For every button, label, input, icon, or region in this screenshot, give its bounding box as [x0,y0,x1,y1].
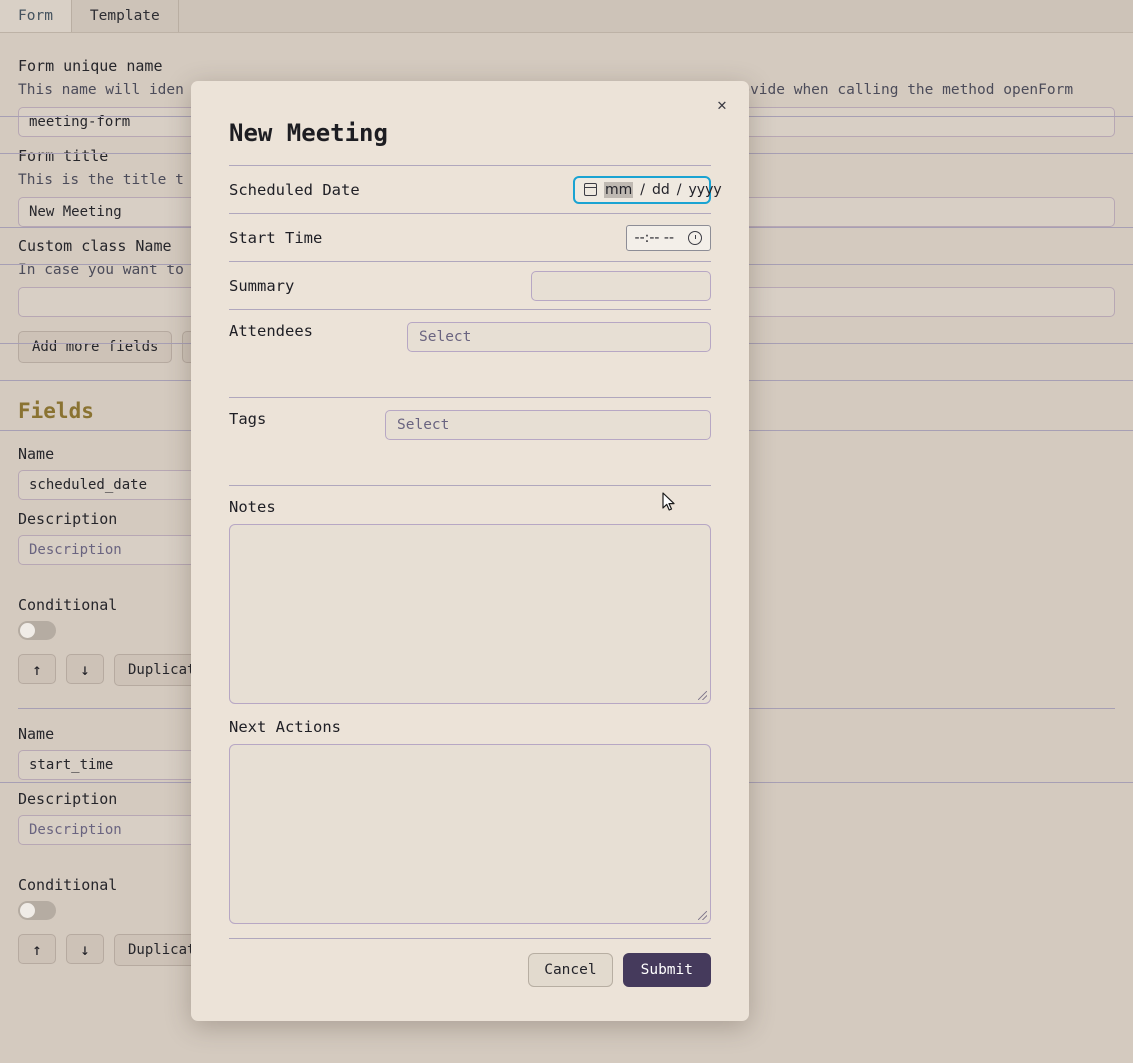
clock-icon[interactable] [688,231,702,245]
attendees-label: Attendees [229,322,313,340]
submit-button[interactable]: Submit [623,953,711,987]
mouse-cursor [662,492,676,512]
notes-label: Notes [229,486,711,524]
date-separator: / [677,182,682,198]
next-actions-label: Next Actions [229,718,711,744]
date-segment-day[interactable]: dd [652,182,670,198]
dialog-title: New Meeting [229,81,711,165]
dialog-actions: Cancel Submit [229,938,711,987]
time-value[interactable]: --:-- -- [635,230,674,246]
close-icon[interactable]: ✕ [709,91,735,117]
tags-label: Tags [229,410,266,428]
row-attendees: Attendees Select [229,309,711,397]
attendees-placeholder: Select [419,329,471,345]
start-time-label: Start Time [229,229,322,247]
calendar-icon [584,183,597,196]
date-segment-month[interactable]: mm [604,182,633,198]
summary-label: Summary [229,277,294,295]
tags-placeholder: Select [397,417,449,433]
row-notes: Notes [229,485,711,704]
summary-input[interactable] [531,271,711,301]
row-summary: Summary [229,261,711,309]
modal-overlay: ✕ New Meeting Scheduled Date mm / dd / y… [0,0,1133,1063]
date-separator: / [640,182,645,198]
date-segment-year[interactable]: yyyy [689,182,722,198]
row-next-actions: Next Actions [229,718,711,924]
row-start-time: Start Time --:-- -- [229,213,711,261]
row-tags: Tags Select [229,397,711,485]
next-actions-textarea[interactable] [229,744,711,924]
cancel-button[interactable]: Cancel [528,953,612,987]
new-meeting-dialog: ✕ New Meeting Scheduled Date mm / dd / y… [191,81,749,1021]
scheduled-date-input[interactable]: mm / dd / yyyy [573,176,711,204]
notes-textarea[interactable] [229,524,711,704]
start-time-input[interactable]: --:-- -- [626,225,711,251]
scheduled-date-label: Scheduled Date [229,181,360,199]
row-scheduled-date: Scheduled Date mm / dd / yyyy [229,165,711,213]
attendees-select[interactable]: Select [407,322,711,352]
tags-select[interactable]: Select [385,410,711,440]
